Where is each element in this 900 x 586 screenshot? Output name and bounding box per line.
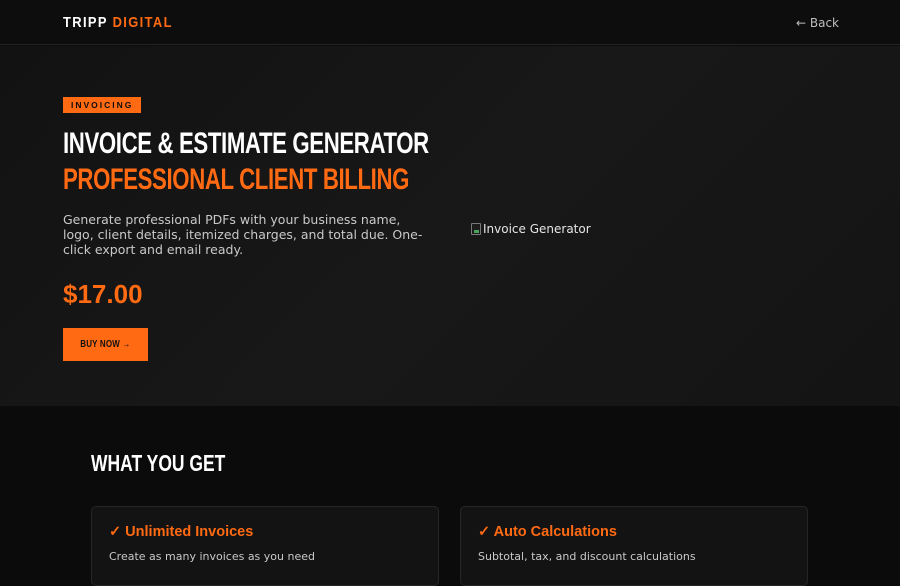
product-title-line1: INVOICE & ESTIMATE GENERATOR <box>63 127 429 160</box>
feature-card: ✓ Auto Calculations Subtotal, tax, and d… <box>460 506 808 586</box>
top-bar: TRIPP DIGITAL ← Back <box>0 0 900 45</box>
category-badge: INVOICING <box>63 97 142 113</box>
features-title: WHAT YOU GET <box>91 450 226 476</box>
product-title: INVOICE & ESTIMATE GENERATOR PROFESSIONA… <box>63 126 429 198</box>
product-image: Invoice Generator <box>471 222 591 236</box>
back-link[interactable]: ← Back <box>796 16 839 30</box>
logo-accent-text: DIGITAL <box>112 14 173 31</box>
logo-main-text: TRIPP <box>63 14 108 31</box>
product-price: $17.00 <box>63 279 143 309</box>
product-title-line2: PROFESSIONAL CLIENT BILLING <box>63 163 410 196</box>
logo[interactable]: TRIPP DIGITAL <box>63 14 173 31</box>
product-image-alt-text: Invoice Generator <box>483 222 591 236</box>
feature-card-title: ✓ Unlimited Invoices <box>109 524 254 540</box>
feature-card-description: Create as many invoices as you need <box>109 550 315 563</box>
feature-card-title: ✓ Auto Calculations <box>478 524 617 540</box>
product-description: Generate professional PDFs with your bus… <box>63 212 423 257</box>
features-section: WHAT YOU GET ✓ Unlimited Invoices Create… <box>0 406 900 586</box>
buy-now-label: BUY NOW → <box>80 339 131 350</box>
broken-image-icon <box>471 223 481 235</box>
feature-card: ✓ Unlimited Invoices Create as many invo… <box>91 506 439 586</box>
hero-section: INVOICING INVOICE & ESTIMATE GENERATOR P… <box>0 46 900 406</box>
buy-now-button[interactable]: BUY NOW → <box>63 328 148 361</box>
feature-card-description: Subtotal, tax, and discount calculations <box>478 550 696 563</box>
